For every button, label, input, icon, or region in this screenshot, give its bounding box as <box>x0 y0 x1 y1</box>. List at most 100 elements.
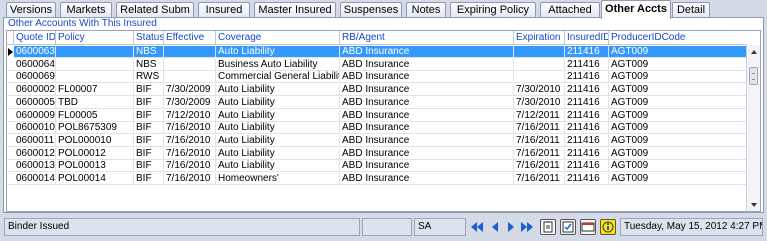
cell-policy[interactable]: POL00013 <box>56 160 134 172</box>
row-indicator[interactable] <box>7 173 14 185</box>
cell-quote-id[interactable]: 0600064 <box>14 59 56 71</box>
cell-quote-id[interactable]: 0600005 <box>14 97 56 109</box>
dialog-button[interactable] <box>580 219 596 235</box>
cell-rb-agent[interactable]: ABD Insurance <box>340 148 514 160</box>
cell-expiration[interactable]: 7/12/2011 <box>514 110 565 122</box>
cell-coverage[interactable]: Auto Liability <box>216 148 340 160</box>
tab-attached-files[interactable]: Attached Files <box>540 2 600 30</box>
tab-insured[interactable]: Insured <box>198 2 250 18</box>
header-quote-id[interactable]: Quote ID <box>14 31 56 45</box>
cell-insured-id[interactable]: 211416 <box>565 46 609 58</box>
cell-insured-id[interactable]: 211416 <box>565 84 609 96</box>
cell-status[interactable]: BIF <box>134 122 164 134</box>
tab-other-accts[interactable]: Other Accts <box>601 0 671 19</box>
cell-rb-agent[interactable]: ABD Insurance <box>340 84 514 96</box>
tab-detail[interactable]: Detail <box>672 2 710 18</box>
cell-coverage[interactable]: Homeowners' <box>216 173 340 185</box>
cell-expiration[interactable] <box>514 59 565 71</box>
scroll-down-button[interactable] <box>747 198 760 211</box>
clipboard-button[interactable] <box>540 219 556 235</box>
cell-policy[interactable]: POL00014 <box>56 173 134 185</box>
header-expiration[interactable]: Expiration <box>514 31 565 45</box>
cell-quote-id[interactable]: 0600013 <box>14 160 56 172</box>
row-indicator[interactable] <box>7 71 14 83</box>
header-insured-id[interactable]: InsuredID <box>565 31 609 45</box>
row-indicator[interactable] <box>7 46 14 58</box>
table-row[interactable]: 0600002 FL00007 BIF 7/30/2009 Auto Liability… <box>7 84 747 96</box>
cell-producer-id-code[interactable]: AGT009 <box>609 97 747 109</box>
cell-producer-id-code[interactable]: AGT009 <box>609 46 747 58</box>
cell-producer-id-code[interactable]: AGT009 <box>609 59 747 71</box>
cell-expiration[interactable]: 7/30/2010 <box>514 84 565 96</box>
cell-status[interactable]: BIF <box>134 148 164 160</box>
row-indicator[interactable] <box>7 97 14 109</box>
header-coverage[interactable]: Coverage <box>216 31 340 45</box>
cell-expiration[interactable]: 7/16/2011 <box>514 160 565 172</box>
tab-master-insured[interactable]: Master Insured <box>254 2 336 18</box>
row-indicator[interactable] <box>7 160 14 172</box>
cell-effective[interactable]: 7/12/2010 <box>164 110 216 122</box>
cell-producer-id-code[interactable]: AGT009 <box>609 122 747 134</box>
header-status[interactable]: Status <box>134 31 164 45</box>
cell-status[interactable]: BIF <box>134 110 164 122</box>
cell-expiration[interactable] <box>514 71 565 83</box>
cell-rb-agent[interactable]: ABD Insurance <box>340 122 514 134</box>
tab-expiring-policy[interactable]: Expiring Policy <box>450 2 536 18</box>
cell-quote-id[interactable]: 0600009 <box>14 110 56 122</box>
scroll-thumb[interactable] <box>749 67 758 85</box>
tab-notes[interactable]: Notes <box>406 2 446 18</box>
cell-producer-id-code[interactable]: AGT009 <box>609 173 747 185</box>
cell-coverage[interactable]: Auto Liability <box>216 110 340 122</box>
cell-effective[interactable] <box>164 71 216 83</box>
row-indicator[interactable] <box>7 148 14 160</box>
row-indicator[interactable] <box>7 84 14 96</box>
cell-policy[interactable]: POL000010 <box>56 135 134 147</box>
checklist-button[interactable] <box>560 219 576 235</box>
table-row[interactable]: 0600063 NBS Auto Liability ABD Insurance 211… <box>7 46 747 58</box>
cell-rb-agent[interactable]: ABD Insurance <box>340 46 514 58</box>
cell-rb-agent[interactable]: ABD Insurance <box>340 110 514 122</box>
cell-effective[interactable]: 7/30/2009 <box>164 84 216 96</box>
cell-effective[interactable]: 7/16/2010 <box>164 135 216 147</box>
cell-rb-agent[interactable]: ABD Insurance <box>340 173 514 185</box>
header-rb-agent[interactable]: RB/Agent <box>340 31 514 45</box>
next-record-button[interactable] <box>504 220 518 234</box>
row-indicator[interactable] <box>7 110 14 122</box>
cell-expiration[interactable]: 7/16/2011 <box>514 135 565 147</box>
cell-policy[interactable] <box>56 71 134 83</box>
tab-versions[interactable]: Versions <box>6 2 56 18</box>
vertical-scrollbar[interactable] <box>746 45 760 211</box>
cell-policy[interactable]: FL00005 <box>56 110 134 122</box>
cell-insured-id[interactable]: 211416 <box>565 97 609 109</box>
cell-policy[interactable]: FL00007 <box>56 84 134 96</box>
cell-producer-id-code[interactable]: AGT009 <box>609 110 747 122</box>
cell-quote-id[interactable]: 0600063 <box>14 46 56 58</box>
cell-expiration[interactable] <box>514 46 565 58</box>
row-indicator[interactable] <box>7 59 14 71</box>
table-row[interactable]: 0600069 RWS Commercial General Liability AB… <box>7 71 747 83</box>
cell-policy[interactable]: TBD <box>56 97 134 109</box>
cell-expiration[interactable]: 7/16/2011 <box>514 173 565 185</box>
header-effective[interactable]: Effective <box>164 31 216 45</box>
cell-rb-agent[interactable]: ABD Insurance <box>340 97 514 109</box>
cell-coverage[interactable]: Auto Liability <box>216 97 340 109</box>
cell-effective[interactable]: 7/16/2010 <box>164 173 216 185</box>
cell-producer-id-code[interactable]: AGT009 <box>609 160 747 172</box>
row-indicator[interactable] <box>7 135 14 147</box>
table-row[interactable]: 0600014 POL00014 BIF 7/16/2010 Homeowners' AB… <box>7 173 747 185</box>
cell-status[interactable]: NBS <box>134 59 164 71</box>
cell-policy[interactable]: POL00012 <box>56 148 134 160</box>
tab-markets[interactable]: Markets <box>60 2 112 18</box>
cell-expiration[interactable]: 7/30/2010 <box>514 97 565 109</box>
cell-effective[interactable]: 7/16/2010 <box>164 160 216 172</box>
cell-rb-agent[interactable]: ABD Insurance <box>340 135 514 147</box>
first-record-button[interactable] <box>470 220 484 234</box>
cell-rb-agent[interactable]: ABD Insurance <box>340 71 514 83</box>
table-row[interactable]: 0600012 POL00012 BIF 7/16/2010 Auto Liabilit… <box>7 148 747 160</box>
cell-effective[interactable]: 7/16/2010 <box>164 122 216 134</box>
cell-producer-id-code[interactable]: AGT009 <box>609 148 747 160</box>
cell-producer-id-code[interactable]: AGT009 <box>609 84 747 96</box>
tab-suspenses[interactable]: Suspenses <box>340 2 402 18</box>
cell-quote-id[interactable]: 0600002 <box>14 84 56 96</box>
cell-insured-id[interactable]: 211416 <box>565 59 609 71</box>
